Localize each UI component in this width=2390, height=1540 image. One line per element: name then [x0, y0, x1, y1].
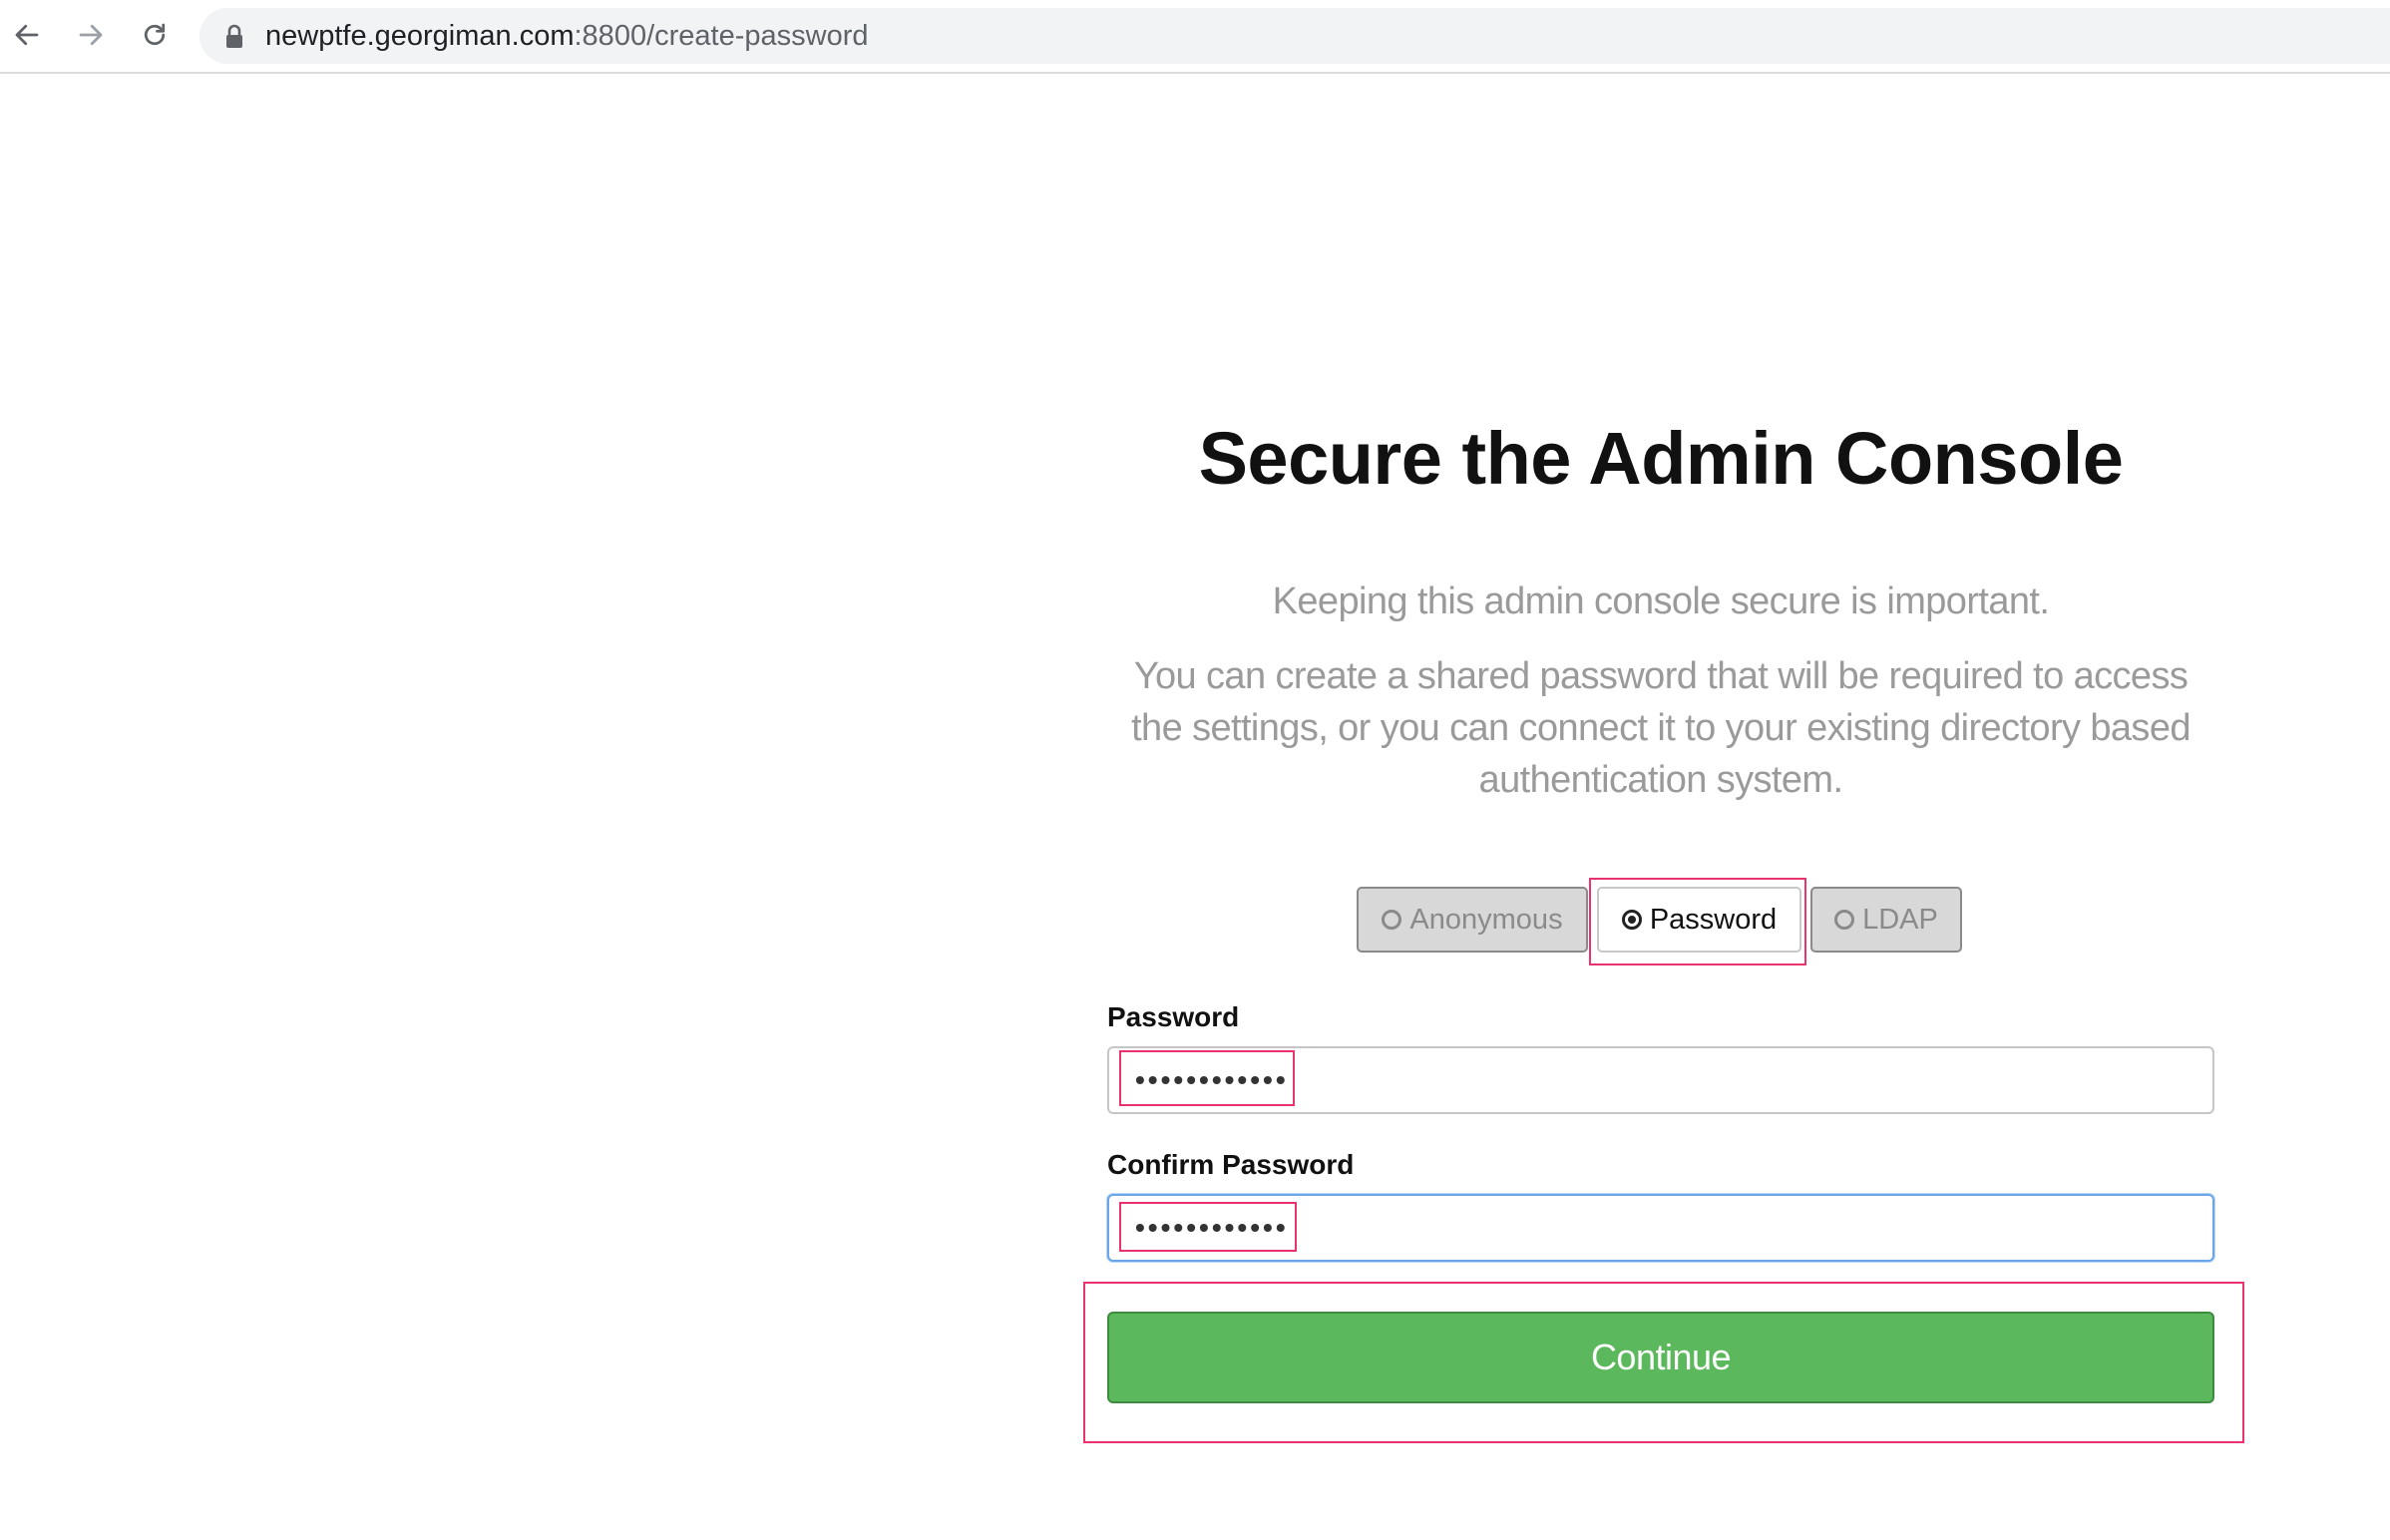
auth-type-selector: Anonymous Password LDAP — [1107, 878, 2214, 965]
url-text: newptfe.georgiman.com:8800/create-passwo… — [265, 8, 869, 64]
confirm-password-value: •••••••••••• — [1135, 1212, 1289, 1243]
radio-unchecked-icon — [1382, 910, 1402, 930]
auth-option-label: Anonymous — [1409, 903, 1563, 936]
auth-option-ldap[interactable]: LDAP — [1810, 887, 1962, 953]
radio-checked-icon — [1621, 910, 1642, 930]
auth-option-anonymous[interactable]: Anonymous — [1357, 887, 1588, 953]
description-text: You can create a shared password that wi… — [1131, 655, 2191, 801]
browser-toolbar: newptfe.georgiman.com:8800/create-passwo… — [0, 0, 2390, 74]
password-field[interactable]: •••••••••••• — [1107, 1046, 2214, 1114]
continue-button[interactable]: Continue — [1107, 1312, 2214, 1403]
password-label: Password — [1107, 1001, 1240, 1032]
reload-button[interactable] — [134, 14, 176, 56]
address-bar[interactable]: newptfe.georgiman.com:8800/create-passwo… — [199, 8, 2390, 64]
url-path: :8800/create-password — [574, 20, 869, 52]
auth-option-label: Password — [1649, 903, 1778, 936]
lock-icon — [226, 24, 242, 48]
back-button[interactable] — [6, 14, 48, 56]
url-host: newptfe.georgiman.com — [265, 20, 575, 52]
forward-button[interactable] — [70, 14, 112, 56]
reload-icon — [144, 23, 166, 46]
page-title: Secure the Admin Console — [1198, 417, 2124, 500]
intro-text: Keeping this admin console secure is imp… — [1272, 580, 2050, 622]
confirm-password-label: Confirm Password — [1107, 1149, 1355, 1180]
arrow-left-icon — [15, 24, 39, 46]
auth-option-password[interactable]: Password — [1597, 887, 1801, 953]
password-value: •••••••••••• — [1135, 1064, 1289, 1095]
arrow-right-icon — [79, 24, 103, 46]
radio-unchecked-icon — [1834, 910, 1855, 930]
confirm-password-field[interactable]: •••••••••••• — [1107, 1194, 2214, 1262]
auth-option-label: LDAP — [1862, 903, 1938, 936]
